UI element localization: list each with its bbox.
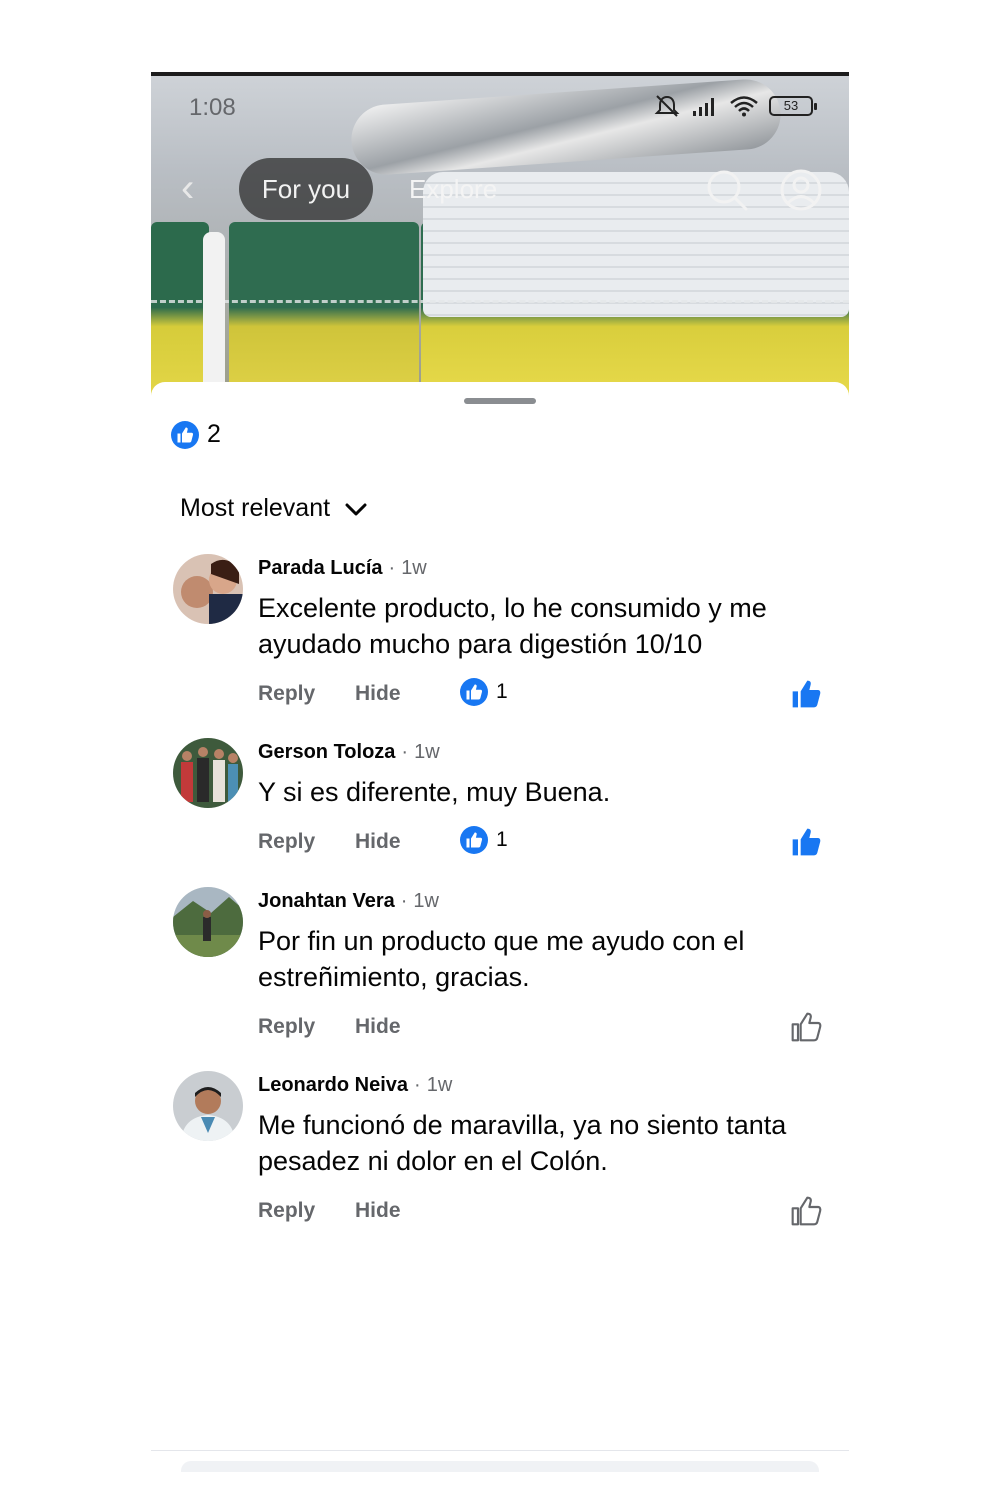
top-navigation: ‹ For you Explore bbox=[151, 158, 849, 222]
comment-meta: Leonardo Neiva · 1w bbox=[258, 1071, 828, 1099]
wifi-icon bbox=[730, 96, 758, 117]
status-time: 1:08 bbox=[189, 94, 236, 121]
comment-text: Me funcionó de maravilla, ya no siento t… bbox=[258, 1110, 787, 1176]
avatar[interactable] bbox=[173, 1071, 243, 1141]
tab-explore[interactable]: Explore bbox=[409, 158, 497, 220]
comment-reaction-count[interactable]: 1 bbox=[460, 678, 508, 706]
comment-reaction-count[interactable]: 1 bbox=[460, 826, 508, 854]
reply-button[interactable]: Reply bbox=[258, 830, 315, 854]
like-button-outline-icon[interactable] bbox=[790, 1011, 822, 1043]
reply-button[interactable]: Reply bbox=[258, 682, 315, 706]
like-button-filled-icon[interactable] bbox=[790, 678, 822, 710]
like-count: 1 bbox=[496, 828, 508, 851]
search-icon[interactable] bbox=[705, 168, 749, 212]
reaction-count: 2 bbox=[207, 420, 221, 448]
like-reaction-icon bbox=[460, 826, 488, 854]
comment-meta: Parada Lucía · 1w bbox=[258, 554, 828, 582]
status-icons: 53 bbox=[653, 94, 817, 118]
like-reaction-icon bbox=[460, 678, 488, 706]
comment-composer-bar bbox=[151, 1450, 849, 1472]
comment-author[interactable]: Jonahtan Vera bbox=[258, 890, 395, 913]
comment-text: Y si es diferente, muy Buena. bbox=[258, 777, 611, 807]
comment-meta: Jonahtan Vera · 1w bbox=[258, 887, 828, 915]
sheet-drag-handle[interactable] bbox=[464, 398, 536, 404]
meta-separator: · bbox=[401, 740, 409, 763]
sort-dropdown[interactable]: Most relevant bbox=[180, 494, 368, 523]
like-button-outline-icon[interactable] bbox=[790, 1195, 822, 1227]
meta-separator: · bbox=[414, 1073, 421, 1096]
product-jar-middle bbox=[229, 222, 419, 402]
comment-actions: Reply Hide 1 bbox=[258, 824, 828, 860]
meta-separator: · bbox=[400, 889, 408, 912]
comments-sheet: 2 Most relevant Parada Lucía · 1w Excele… bbox=[151, 382, 849, 1472]
comment-meta: Gerson Toloza · 1w bbox=[258, 738, 828, 766]
like-button-filled-icon[interactable] bbox=[790, 826, 822, 858]
chevron-down-icon bbox=[345, 503, 367, 515]
hide-button[interactable]: Hide bbox=[355, 830, 401, 854]
comment-actions: Reply Hide bbox=[258, 1193, 828, 1229]
tab-for-you[interactable]: For you bbox=[239, 158, 373, 220]
profile-icon[interactable] bbox=[779, 168, 823, 212]
comment-time: 1w bbox=[413, 889, 439, 912]
hide-button[interactable]: Hide bbox=[355, 1015, 401, 1039]
comment-text: Por fin un producto que me ayudo con el … bbox=[258, 926, 745, 992]
avatar[interactable] bbox=[173, 738, 243, 808]
reply-button[interactable]: Reply bbox=[258, 1015, 315, 1039]
comment-author[interactable]: Parada Lucía bbox=[258, 557, 383, 580]
product-jar-left bbox=[151, 222, 209, 402]
comment-actions: Reply Hide 1 bbox=[258, 676, 828, 712]
comment-author[interactable]: Gerson Toloza bbox=[258, 741, 395, 764]
jar-label-stripe bbox=[151, 300, 849, 303]
meta-separator: · bbox=[388, 556, 396, 579]
hide-button[interactable]: Hide bbox=[355, 1199, 401, 1223]
like-reaction-icon bbox=[171, 420, 199, 449]
status-bar: 1:08 53 bbox=[151, 90, 849, 121]
reel-video[interactable]: 1:08 53 ‹ For you Explore bbox=[151, 72, 849, 402]
like-count: 1 bbox=[496, 680, 508, 703]
reply-button[interactable]: Reply bbox=[258, 1199, 315, 1223]
comment-time: 1w bbox=[401, 556, 427, 579]
avatar[interactable] bbox=[173, 554, 243, 624]
back-chevron-icon[interactable]: ‹ bbox=[181, 168, 194, 208]
sort-label: Most relevant bbox=[180, 494, 331, 522]
comment-input-placeholder[interactable] bbox=[181, 1461, 819, 1472]
top-edge bbox=[151, 72, 849, 76]
comment-actions: Reply Hide bbox=[258, 1009, 828, 1045]
comment-text: Excelente producto, lo he consumido y me… bbox=[258, 593, 767, 659]
signal-icon bbox=[693, 98, 714, 116]
avatar[interactable] bbox=[173, 887, 243, 957]
phone-screen: 1:08 53 ‹ For you Explore 2 Most relevan… bbox=[151, 72, 849, 1472]
comment-author[interactable]: Leonardo Neiva bbox=[258, 1074, 408, 1097]
mute-icon bbox=[654, 95, 680, 117]
reaction-summary[interactable]: 2 bbox=[171, 420, 221, 449]
battery-icon: 53 bbox=[769, 96, 817, 116]
product-drip bbox=[203, 232, 225, 402]
comment-time: 1w bbox=[426, 1073, 453, 1096]
comment-time: 1w bbox=[414, 740, 440, 763]
hide-button[interactable]: Hide bbox=[355, 682, 401, 706]
